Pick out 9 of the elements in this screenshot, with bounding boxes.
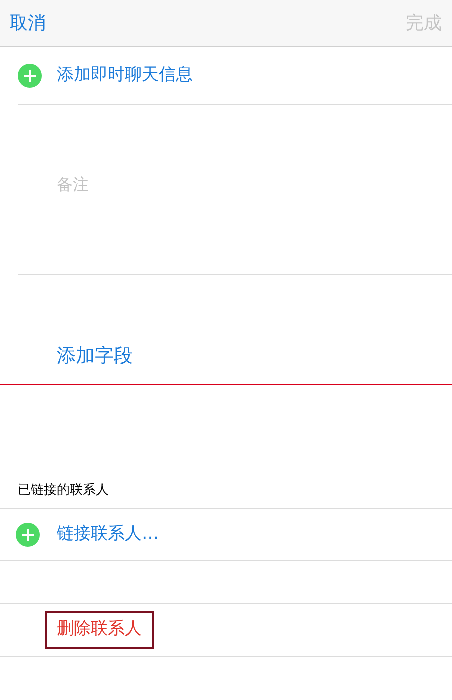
section-header: 已链接的联系人 xyxy=(18,482,109,500)
add-field-label[interactable]: 添加字段 xyxy=(57,342,133,370)
delete-contact-button[interactable]: 删除联系人 xyxy=(45,611,154,649)
add-im-label[interactable]: 添加即时聊天信息 xyxy=(57,62,193,88)
add-icon[interactable] xyxy=(18,64,42,88)
add-icon[interactable] xyxy=(16,522,40,546)
cancel-button[interactable]: 取消 xyxy=(10,10,46,36)
notes-field[interactable]: 备注 xyxy=(57,173,437,197)
link-contact-label[interactable]: 链接联系人… xyxy=(57,522,159,548)
